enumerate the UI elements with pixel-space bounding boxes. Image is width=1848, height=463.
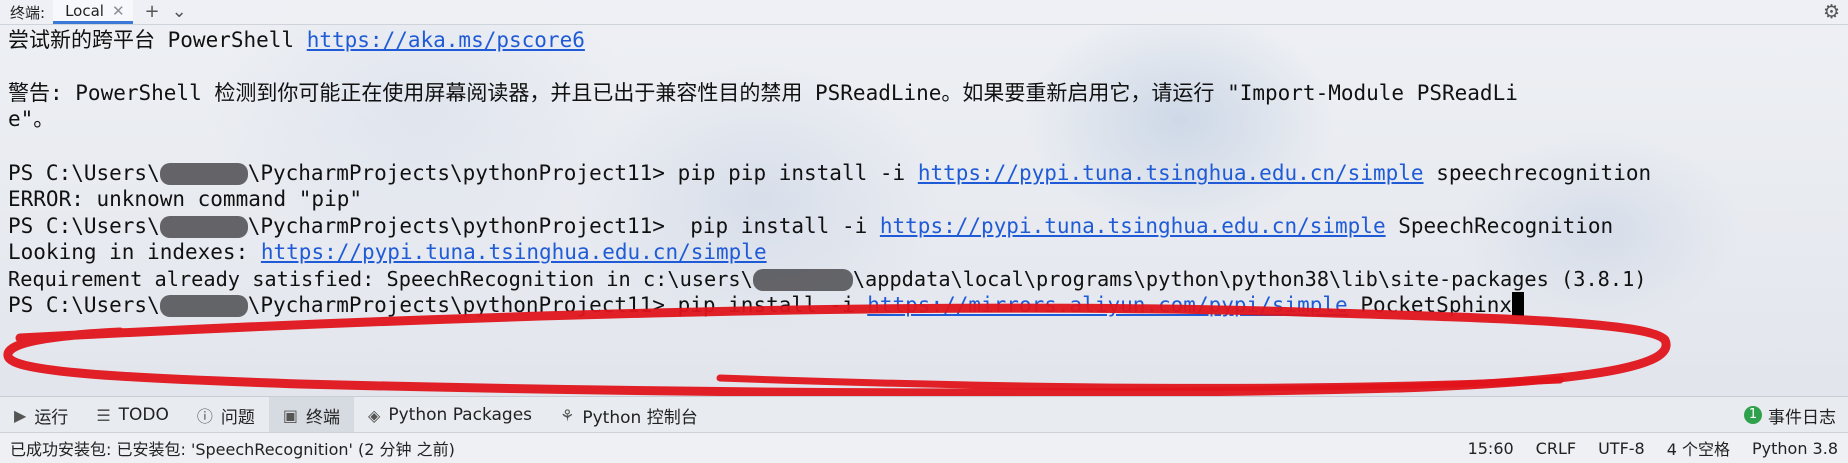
chevron-down-icon[interactable]: ⌄ (172, 0, 187, 24)
terminal-line: Looking in indexes: https://pypi.tuna.ts… (8, 240, 767, 264)
terminal-line: PS C:\Users\ \PycharmProjects\pythonProje… (8, 161, 1652, 185)
redacted-username (159, 216, 248, 238)
info-icon: ⓘ (196, 407, 213, 426)
file-encoding[interactable]: UTF-8 (1598, 439, 1645, 458)
layers-icon: ◈ (368, 405, 381, 425)
add-tab-icon[interactable]: + (145, 0, 160, 24)
tool-problems[interactable]: ⓘ 问题 (183, 397, 269, 433)
tool-python-packages-label: Python Packages (388, 405, 533, 425)
status-bar: 已成功安装包: 已安装包: 'SpeechRecognition' (2 分钟 … (0, 432, 1848, 463)
terminal-line: 警告: PowerShell 检测到你可能正在使用屏幕阅读器，并且已出于兼容性目… (8, 81, 1518, 105)
gear-icon[interactable]: ⚙ (1823, 0, 1840, 24)
terminal-link[interactable]: https://mirrors.aliyun.com/pypi/simple (867, 293, 1347, 317)
tool-run-label: 运行 (34, 407, 69, 428)
tool-window-bar: ▶ 运行 ☰ TODO ⓘ 问题 ▣ 终端 ◈ Python Packages … (0, 396, 1848, 433)
caret-position[interactable]: 15:60 (1468, 439, 1514, 458)
terminal-tab-bar: 终端: Local ✕ + ⌄ ⚙ (0, 0, 1848, 25)
redacted-username (752, 269, 853, 291)
terminal-output[interactable]: 尝试新的跨平台 PowerShell https://aka.ms/pscore… (0, 24, 1848, 396)
terminal-line: ERROR: unknown command "pip" (8, 187, 363, 211)
tool-run[interactable]: ▶ 运行 (0, 397, 82, 433)
tool-todo[interactable]: ☰ TODO (82, 397, 183, 433)
close-icon[interactable]: ✕ (112, 2, 125, 20)
terminal-line: Requirement already satisfied: SpeechRec… (8, 267, 1647, 291)
indent-setting[interactable]: 4 个空格 (1667, 436, 1730, 460)
line-separator[interactable]: CRLF (1536, 439, 1576, 458)
terminal-title: 终端: (10, 3, 46, 22)
python-icon: ⚘ (560, 405, 575, 425)
tool-problems-label: 问题 (220, 407, 255, 428)
text-cursor (1512, 292, 1525, 316)
terminal-line: PS C:\Users\ \PycharmProjects\pythonProje… (8, 292, 1525, 318)
list-icon: ☰ (96, 405, 111, 425)
tab-local-label: Local (65, 1, 104, 20)
tool-python-console-label: Python 控制台 (582, 407, 698, 428)
tab-local[interactable]: Local ✕ (53, 0, 133, 24)
terminal-link[interactable]: https://pypi.tuna.tsinghua.edu.cn/simple (261, 240, 767, 264)
terminal-link[interactable]: https://aka.ms/pscore6 (307, 28, 585, 52)
terminal-line: e"。 (8, 107, 55, 131)
terminal-line: 尝试新的跨平台 PowerShell https://aka.ms/pscore… (8, 28, 585, 52)
terminal-link[interactable]: https://pypi.tuna.tsinghua.edu.cn/simple (918, 161, 1424, 185)
play-icon: ▶ (14, 405, 27, 425)
tool-todo-label: TODO (118, 405, 169, 425)
tool-terminal-label: 终端 (306, 407, 341, 428)
tool-python-packages[interactable]: ◈ Python Packages (354, 397, 546, 433)
terminal-icon: ▣ (282, 405, 299, 425)
terminal-line: PS C:\Users\ \PycharmProjects\pythonProje… (8, 214, 1614, 238)
event-log-label: 事件日志 (1768, 407, 1836, 428)
event-count-badge: 1 (1744, 406, 1762, 424)
redacted-username (159, 295, 248, 317)
interpreter-selector[interactable]: Python 3.8 (1752, 439, 1838, 458)
terminal-link[interactable]: https://pypi.tuna.tsinghua.edu.cn/simple (880, 214, 1386, 238)
redacted-username (159, 163, 248, 185)
event-log-button[interactable]: 1 事件日志 (1744, 397, 1836, 433)
tool-terminal[interactable]: ▣ 终端 (268, 397, 355, 433)
tool-python-console[interactable]: ⚘ Python 控制台 (546, 397, 712, 433)
status-message[interactable]: 已成功安装包: 已安装包: 'SpeechRecognition' (2 分钟 … (0, 436, 455, 460)
